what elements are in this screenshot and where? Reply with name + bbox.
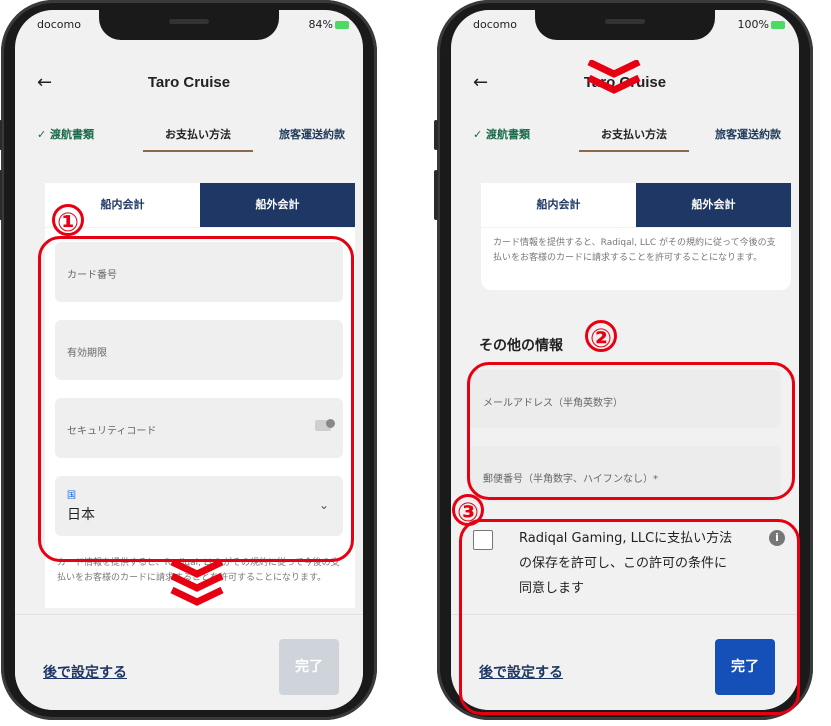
scroll-down-chevrons-icon bbox=[587, 60, 641, 94]
other-info-heading: その他の情報 bbox=[479, 338, 563, 354]
step-tabs: ✓ 渡航書類 お支払い方法 旅客運送約款 bbox=[451, 118, 799, 158]
onboard-payment-option[interactable]: 船内会計 bbox=[481, 183, 636, 227]
bottom-bar: 後で設定する 完了 bbox=[15, 614, 363, 710]
app-header: ← Taro Cruise bbox=[15, 60, 363, 100]
battery-indicator: 84% bbox=[309, 18, 349, 31]
offboard-payment-option[interactable]: 船外会計 bbox=[636, 183, 791, 227]
page-title: Taro Cruise bbox=[147, 74, 231, 91]
annotation-number-two: ② bbox=[585, 320, 617, 354]
annotation-number-one: ① bbox=[52, 204, 84, 238]
consent-text: カード情報を提供すると、Radiqal, LLC がその規約に従って今後の支払い… bbox=[493, 238, 776, 263]
highlight-box-card-fields bbox=[38, 236, 354, 562]
tab-travel-documents[interactable]: ✓ 渡航書類 bbox=[37, 126, 94, 142]
carrier-text: docomo bbox=[473, 18, 517, 31]
highlight-box-other-info bbox=[467, 362, 795, 500]
tab-travel-documents[interactable]: ✓ 渡航書類 bbox=[473, 126, 530, 142]
done-button[interactable]: 完了 bbox=[279, 639, 339, 695]
battery-indicator: 100% bbox=[738, 18, 785, 31]
scroll-down-chevrons-icon bbox=[170, 560, 224, 606]
side-button bbox=[0, 170, 2, 220]
annotation-number-three: ③ bbox=[452, 494, 484, 528]
side-button bbox=[434, 170, 438, 220]
side-button bbox=[434, 120, 438, 150]
carrier-text: docomo bbox=[37, 18, 81, 31]
battery-icon bbox=[335, 21, 349, 29]
payment-type-toggle: 船内会計 船外会計 bbox=[45, 183, 355, 227]
consent-card: カード情報を提供すると、Radiqal, LLC がその規約に従って今後の支払い… bbox=[481, 228, 791, 290]
set-later-link[interactable]: 後で設定する bbox=[43, 662, 127, 682]
battery-icon bbox=[771, 21, 785, 29]
offboard-payment-option[interactable]: 船外会計 bbox=[200, 183, 355, 227]
notch bbox=[99, 10, 279, 40]
tab-terms[interactable]: 旅客運送約款 bbox=[715, 126, 781, 142]
tab-payment-method[interactable]: お支払い方法 bbox=[143, 126, 253, 152]
notch bbox=[535, 10, 715, 40]
step-tabs: ✓ 渡航書類 お支払い方法 旅客運送約款 bbox=[15, 118, 363, 158]
tab-terms[interactable]: 旅客運送約款 bbox=[279, 126, 345, 142]
tab-payment-method[interactable]: お支払い方法 bbox=[579, 126, 689, 152]
highlight-box-consent-and-done bbox=[459, 519, 800, 715]
side-button bbox=[0, 120, 2, 150]
payment-type-toggle: 船内会計 船外会計 bbox=[481, 183, 791, 227]
